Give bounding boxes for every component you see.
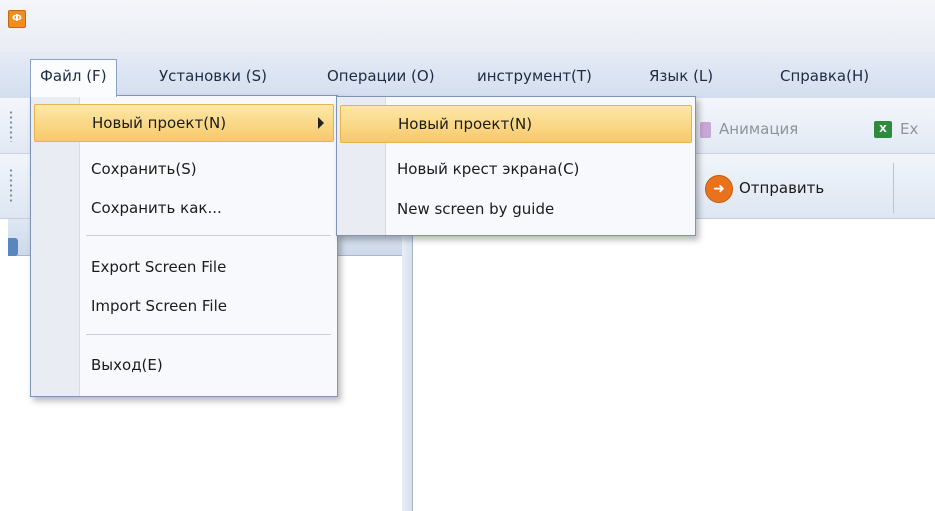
toolbar-grip-icon[interactable] <box>9 168 13 204</box>
menu-item-label: Новый крест экрана(C) <box>397 160 580 178</box>
title-bar <box>0 0 935 52</box>
app-logo-icon[interactable]: Ф <box>8 10 26 28</box>
menu-item-label: Новый проект(N) <box>92 114 227 132</box>
submenu-new-project[interactable]: Новый проект(N) <box>340 105 692 143</box>
menu-item-label: Import Screen File <box>91 297 227 315</box>
menu-item-label: Сохранить как... <box>91 199 222 217</box>
menu-operations[interactable]: Операции (O) <box>318 60 444 92</box>
app-window: Ф Файл (F) Установки (S) Операции (O) ин… <box>0 0 935 511</box>
send-arrow-icon: ➜ <box>705 174 733 203</box>
workspace-pane[interactable] <box>413 219 935 511</box>
file-menu-new-project[interactable]: Новый проект(N) <box>34 104 334 142</box>
menu-item-label: New screen by guide <box>397 200 555 218</box>
pane-tab-icon[interactable] <box>8 238 18 256</box>
file-menu-exit[interactable]: Выход(E) <box>34 346 334 384</box>
submenu-arrow-icon <box>318 117 324 129</box>
send-label: Отправить <box>739 179 825 197</box>
menu-language[interactable]: Язык (L) <box>640 60 722 92</box>
file-menu-import-screen[interactable]: Import Screen File <box>34 287 334 325</box>
toolbar-separator <box>893 163 894 213</box>
menu-tools[interactable]: инструмент(T) <box>468 60 601 92</box>
menu-item-label: Сохранить(S) <box>91 160 197 178</box>
menu-help[interactable]: Справка(H) <box>771 60 878 92</box>
excel-label: Ex <box>900 120 919 138</box>
menu-file[interactable]: Файл (F) <box>30 59 117 97</box>
menu-item-label: Новый проект(N) <box>398 115 533 133</box>
file-menu-export-screen[interactable]: Export Screen File <box>34 248 334 286</box>
animation-icon <box>700 121 711 138</box>
menu-item-label: Export Screen File <box>91 258 227 276</box>
animation-button[interactable]: Анимация <box>700 112 798 146</box>
menu-item-label: Выход(E) <box>91 356 163 374</box>
animation-label: Анимация <box>719 120 799 138</box>
excel-icon: X <box>874 121 892 138</box>
file-menu-dropdown: Новый проект(N) Сохранить(S) Сохранить к… <box>30 95 338 397</box>
menu-separator <box>86 334 331 335</box>
file-menu-save-as[interactable]: Сохранить как... <box>34 189 334 227</box>
submenu-new-cross-screen[interactable]: Новый крест экрана(C) <box>340 150 692 188</box>
toolbar-grip-icon[interactable] <box>9 110 13 142</box>
menu-separator <box>86 235 331 236</box>
submenu-new-screen-by-guide[interactable]: New screen by guide <box>340 190 692 228</box>
excel-button[interactable]: X Ex <box>874 112 918 146</box>
pane-splitter[interactable] <box>402 219 413 511</box>
menu-settings[interactable]: Установки (S) <box>150 60 276 92</box>
file-menu-save[interactable]: Сохранить(S) <box>34 150 334 188</box>
send-button[interactable]: ➜ Отправить <box>705 168 824 208</box>
new-project-submenu: Новый проект(N) Новый крест экрана(C) Ne… <box>336 96 696 236</box>
